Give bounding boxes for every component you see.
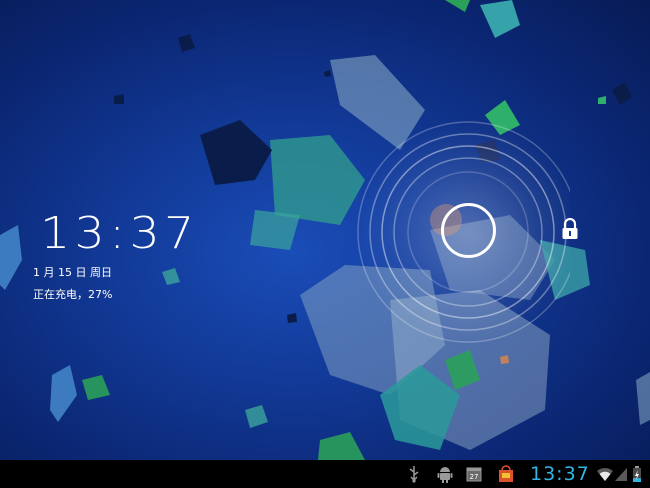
wifi-icon — [597, 467, 613, 481]
lockscreen-date: 1 月 15 日 周日 — [33, 266, 112, 279]
android-debug-icon — [437, 467, 453, 483]
statusbar-clock: 13:37 — [530, 463, 590, 485]
signal-icon — [615, 468, 627, 481]
lock-icon[interactable] — [561, 218, 579, 240]
store-icon — [499, 465, 513, 482]
calendar-day: 27 — [470, 473, 479, 481]
calendar-icon: 27 — [466, 467, 482, 482]
battery-charging-icon — [633, 466, 641, 482]
charging-status: 正在充电，27% — [33, 288, 113, 301]
lockscreen-clock: 13:37 — [40, 208, 199, 259]
unlock-handle[interactable] — [441, 203, 496, 258]
usb-icon — [409, 466, 419, 483]
status-bar: 27 13:37 — [0, 460, 650, 488]
lock-screen: 13:37 1 月 15 日 周日 正在充电，27% — [0, 0, 650, 460]
